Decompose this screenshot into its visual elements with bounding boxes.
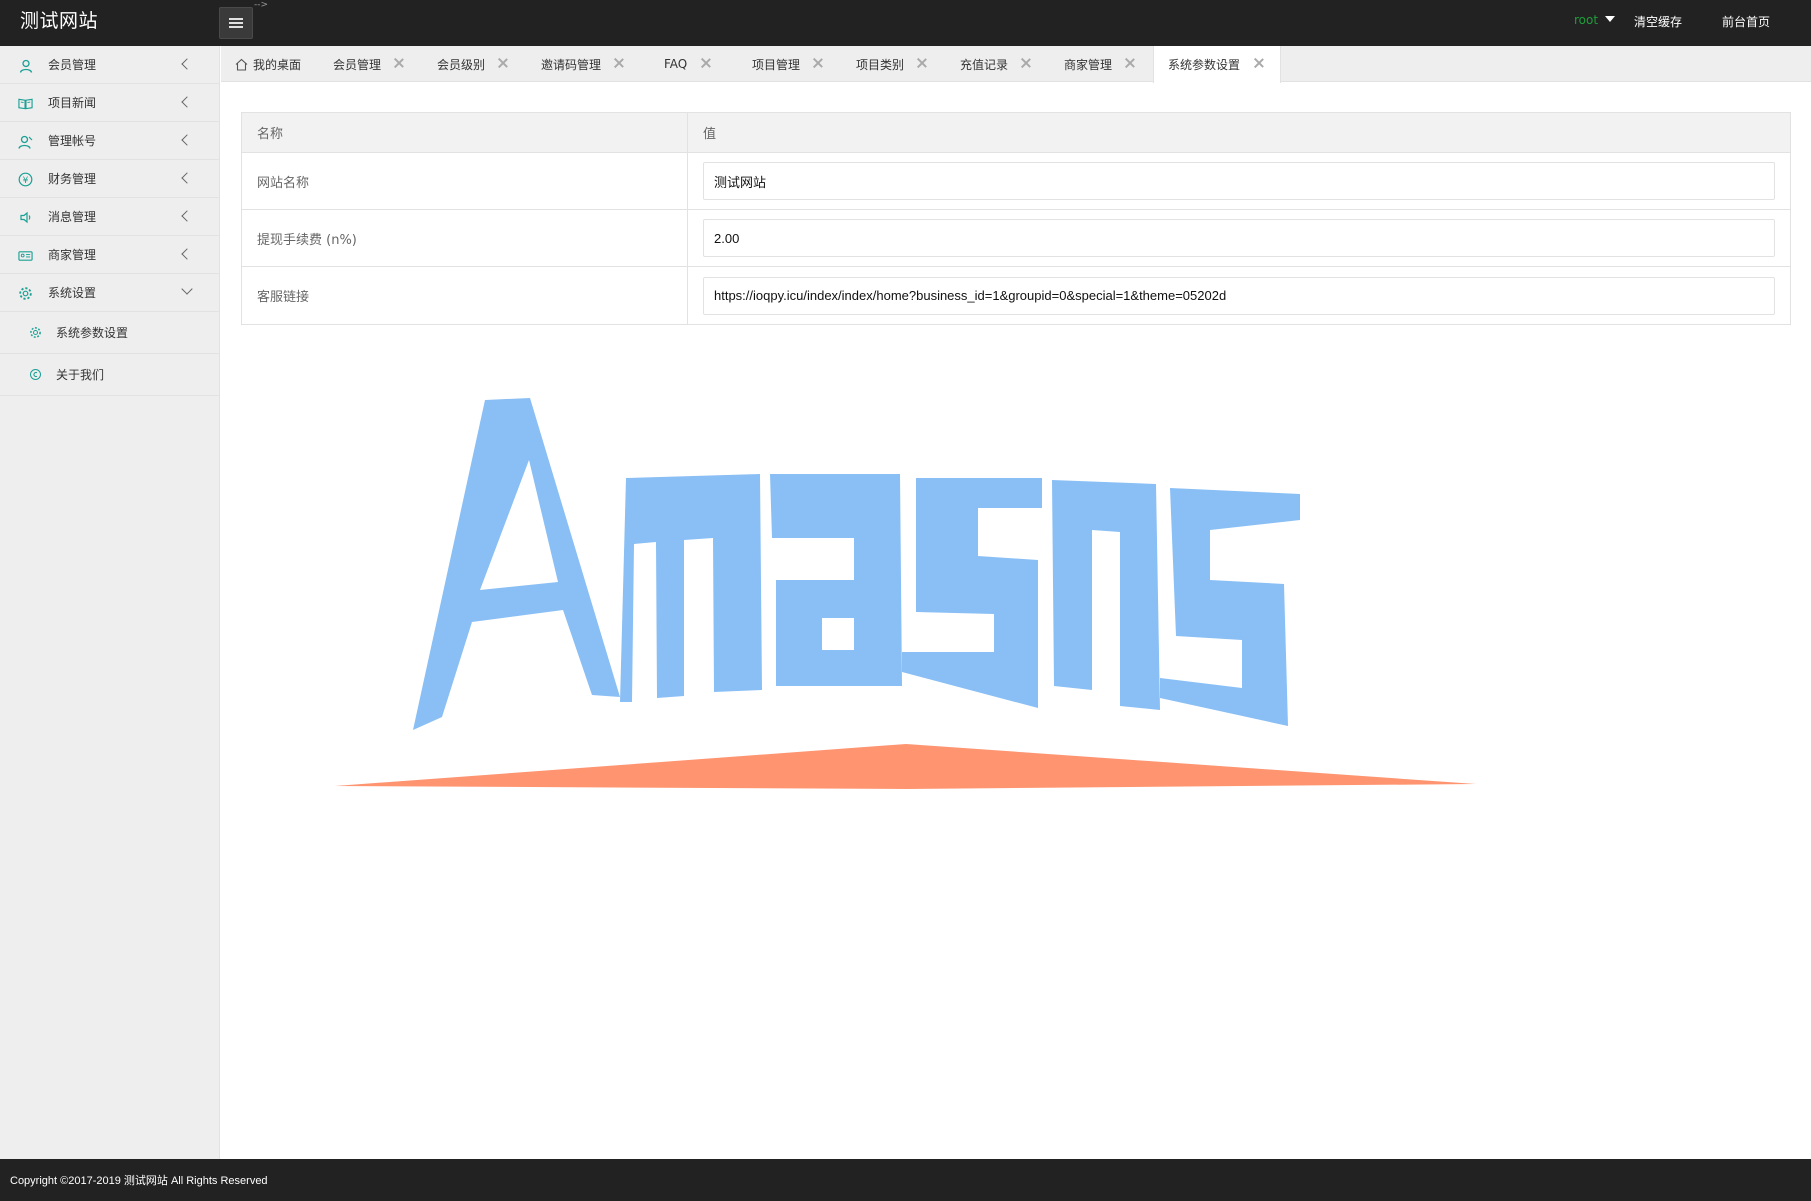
table-header-row: 名称 值 xyxy=(242,113,1790,153)
sidebar-subitem-system-params[interactable]: 系统参数设置 xyxy=(0,312,219,354)
tab-label: 我的桌面 xyxy=(253,57,302,72)
sidebar-item-label: 消息管理 xyxy=(48,210,97,224)
user-icon xyxy=(18,58,33,73)
setting-name: 提现手续费 (n%) xyxy=(242,210,688,266)
sidebar-item-label: 财务管理 xyxy=(48,172,97,186)
sidebar-item-system-settings[interactable]: 系统设置 xyxy=(0,274,219,312)
tab-label: 充值记录 xyxy=(960,57,1009,72)
top-header: 测试网站 --> root 清空缓存 前台首页 xyxy=(0,0,1811,46)
close-icon[interactable] xyxy=(1124,57,1136,69)
chevron-left-icon xyxy=(181,96,193,108)
tab-label: FAQ xyxy=(664,57,688,71)
gear-small-icon xyxy=(29,326,42,339)
card-icon xyxy=(18,248,33,263)
front-home-link[interactable]: 前台首页 xyxy=(1722,13,1770,30)
user-name: root xyxy=(1574,13,1599,27)
sidebar-item-label: 系统设置 xyxy=(48,286,97,300)
user-menu[interactable]: root xyxy=(1574,13,1616,27)
site-name-input[interactable] xyxy=(703,162,1775,200)
yen-icon: ¥ xyxy=(18,172,33,187)
tab-invite-codes[interactable]: 邀请码管理 xyxy=(541,46,641,82)
sidebar-item-label: 商家管理 xyxy=(48,248,97,262)
sidebar-subitem-about-us[interactable]: 关于我们 xyxy=(0,354,219,396)
menu-toggle-button[interactable] xyxy=(219,7,253,39)
clear-cache-link[interactable]: 清空缓存 xyxy=(1634,13,1682,30)
sidebar-item-finance[interactable]: ¥ 财务管理 xyxy=(0,160,219,198)
chevron-left-icon xyxy=(181,210,193,222)
table-row: 客服链接 xyxy=(242,267,1790,324)
tab-label: 项目类别 xyxy=(856,57,905,72)
gear-icon xyxy=(18,286,33,301)
tab-merchants[interactable]: 商家管理 xyxy=(1064,46,1164,82)
tab-label: 项目管理 xyxy=(752,57,801,72)
tab-label: 系统参数设置 xyxy=(1168,58,1241,72)
sidebar-item-messages[interactable]: 消息管理 xyxy=(0,198,219,236)
sidebar-item-members[interactable]: 会员管理 xyxy=(0,46,219,84)
sidebar-item-project-news[interactable]: 项目新闻 xyxy=(0,84,219,122)
tab-recharge-records[interactable]: 充值记录 xyxy=(960,46,1060,82)
tab-members[interactable]: 会员管理 xyxy=(333,46,433,82)
tab-faq[interactable]: FAQ xyxy=(664,46,744,82)
book-icon xyxy=(18,96,33,111)
withdraw-fee-input[interactable] xyxy=(703,219,1775,257)
amasns-watermark-logo xyxy=(335,398,1476,789)
sidebar-subitem-label: 系统参数设置 xyxy=(56,326,129,340)
close-icon[interactable] xyxy=(393,57,405,69)
hamburger-icon xyxy=(229,22,243,24)
close-icon[interactable] xyxy=(812,57,824,69)
tab-bar: 我的桌面 会员管理 会员级别 邀请码管理 FAQ 项目管理 项目类别 充值记录 … xyxy=(221,46,1811,83)
table-row: 提现手续费 (n%) xyxy=(242,210,1790,267)
chevron-left-icon xyxy=(181,172,193,184)
tab-label: 会员管理 xyxy=(333,57,382,72)
sidebar-item-label: 管理帐号 xyxy=(48,134,97,148)
caret-down-icon xyxy=(1605,16,1616,22)
sidebar-item-label: 会员管理 xyxy=(48,58,97,72)
tab-label: 会员级别 xyxy=(437,57,486,72)
close-icon[interactable] xyxy=(1253,57,1265,69)
setting-name: 网站名称 xyxy=(242,153,688,209)
tab-project-categories[interactable]: 项目类别 xyxy=(856,46,956,82)
sidebar-item-label: 项目新闻 xyxy=(48,96,97,110)
close-icon[interactable] xyxy=(497,57,509,69)
chevron-left-icon xyxy=(181,58,193,70)
close-icon[interactable] xyxy=(700,57,712,69)
setting-name: 客服链接 xyxy=(242,267,688,324)
sidebar-subitem-label: 关于我们 xyxy=(56,368,105,382)
settings-table: 名称 值 网站名称 提现手续费 (n%) 客服链接 xyxy=(241,112,1791,325)
copyright-text: Copyright ©2017-2019 测试网站 All Rights Res… xyxy=(10,1175,268,1187)
column-header-value: 值 xyxy=(703,127,717,142)
table-row: 网站名称 xyxy=(242,153,1790,210)
chevron-left-icon xyxy=(181,134,193,146)
chevron-down-icon xyxy=(181,283,193,295)
svg-text:¥: ¥ xyxy=(23,176,29,186)
tab-system-params[interactable]: 系统参数设置 xyxy=(1153,46,1281,83)
close-icon[interactable] xyxy=(1020,57,1032,69)
close-icon[interactable] xyxy=(613,57,625,69)
column-header-name: 名称 xyxy=(242,113,688,152)
customer-service-link-input[interactable] xyxy=(703,276,1775,315)
tab-member-levels[interactable]: 会员级别 xyxy=(437,46,537,82)
sidebar-item-admin-accounts[interactable]: 管理帐号 xyxy=(0,122,219,160)
chevron-left-icon xyxy=(181,248,193,260)
stray-comment-text: --> xyxy=(254,0,269,10)
sidebar-item-merchants[interactable]: 商家管理 xyxy=(0,236,219,274)
tab-projects[interactable]: 项目管理 xyxy=(752,46,852,82)
tab-label: 邀请码管理 xyxy=(541,57,602,72)
close-icon[interactable] xyxy=(916,57,928,69)
speaker-icon xyxy=(18,210,33,225)
site-logo[interactable]: 测试网站 xyxy=(20,9,98,33)
tab-my-desktop[interactable]: 我的桌面 xyxy=(235,46,301,82)
admin-user-icon xyxy=(18,134,33,149)
tab-label: 商家管理 xyxy=(1064,57,1113,72)
home-icon xyxy=(235,58,248,71)
footer: Copyright ©2017-2019 测试网站 All Rights Res… xyxy=(0,1159,1811,1201)
info-circle-icon xyxy=(29,368,42,381)
sidebar: 会员管理 项目新闻 管理帐号 ¥ 财务管理 消息管理 商家管理 系统设置 系统参… xyxy=(0,46,220,1159)
